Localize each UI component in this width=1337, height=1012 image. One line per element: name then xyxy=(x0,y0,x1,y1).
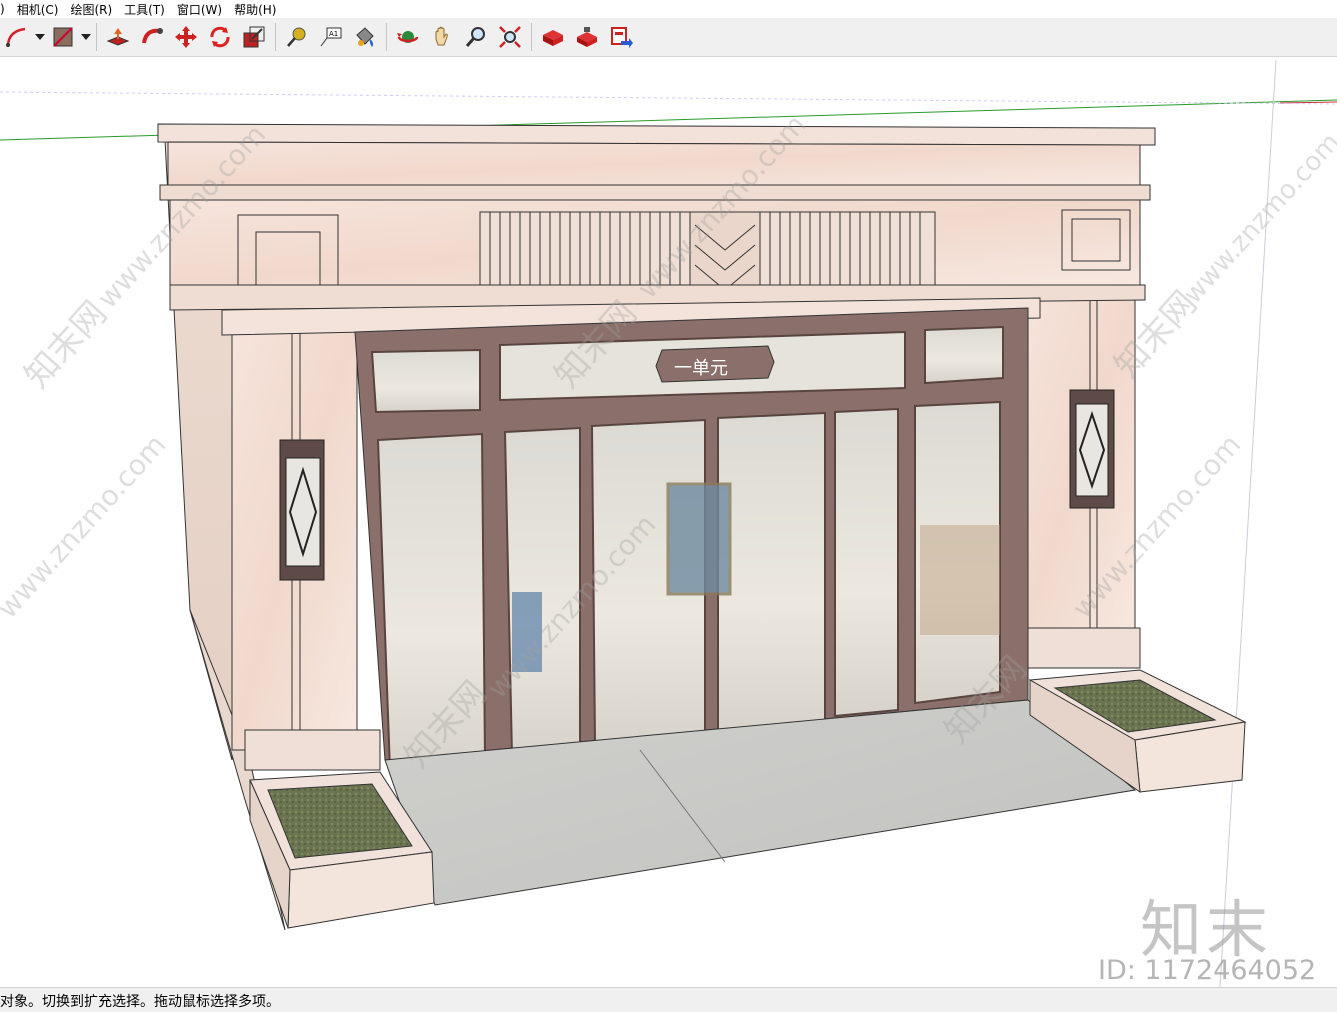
toolbar-separator xyxy=(275,23,276,51)
left-wall-lamp xyxy=(279,439,325,581)
main-toolbar: A1 xyxy=(0,18,1337,57)
svg-text:知末网: 知末网 xyxy=(17,293,115,396)
svg-text:A1: A1 xyxy=(329,30,338,38)
dashed-axis xyxy=(0,91,1337,105)
orbit-icon[interactable] xyxy=(393,22,423,52)
follow-me-icon[interactable] xyxy=(137,22,167,52)
menu-tools[interactable]: 工具(T) xyxy=(118,1,171,18)
svg-text:www.znzmo.com: www.znzmo.com xyxy=(0,428,172,625)
scale-icon[interactable] xyxy=(239,22,269,52)
paint-bucket-icon[interactable] xyxy=(350,22,380,52)
watermark-id: ID: 1172464052 xyxy=(1098,955,1317,986)
model-viewport[interactable]: 一单元 知末网 www.znzmo.com www.znzmo.com 知末网 … xyxy=(0,57,1337,987)
extension-warehouse-icon[interactable] xyxy=(572,22,602,52)
entrance-model: 一单元 知末网 www.znzmo.com www.znzmo.com 知末网 … xyxy=(0,59,1337,987)
push-pull-icon[interactable] xyxy=(103,22,133,52)
right-wall-lamp xyxy=(1069,389,1115,509)
status-bar: 对象。切换到扩充选择。拖动鼠标选择多项。 xyxy=(0,987,1337,1012)
red-axis xyxy=(1279,101,1337,104)
pan-icon[interactable] xyxy=(427,22,457,52)
sign-text: 一单元 xyxy=(674,358,728,379)
menu-help[interactable]: 帮助(H) xyxy=(228,1,282,18)
sketchup-window: ) 相机(C) 绘图(R) 工具(T) 窗口(W) 帮助(H) A1 一单元 知… xyxy=(0,0,1337,1012)
svg-text:www.znzmo.com: www.znzmo.com xyxy=(1178,128,1337,310)
eraser-paint-icon[interactable] xyxy=(48,22,78,52)
status-text: 对象。切换到扩充选择。拖动鼠标选择多项。 xyxy=(0,993,280,1010)
toolbar-separator xyxy=(386,23,387,51)
toolbar-separator xyxy=(96,23,97,51)
tape-measure-icon[interactable] xyxy=(282,22,312,52)
3d-warehouse-icon[interactable] xyxy=(538,22,568,52)
text-icon[interactable]: A1 xyxy=(316,22,346,52)
menu-bar: ) 相机(C) 绘图(R) 工具(T) 窗口(W) 帮助(H) xyxy=(0,0,1337,18)
menu-camera[interactable]: 相机(C) xyxy=(11,1,65,18)
zoom-extents-icon[interactable] xyxy=(495,22,525,52)
send-to-layout-icon[interactable] xyxy=(606,22,636,52)
move-icon[interactable] xyxy=(171,22,201,52)
select-arc-icon[interactable] xyxy=(2,22,32,52)
menu-window[interactable]: 窗口(W) xyxy=(171,1,228,18)
zoom-icon[interactable] xyxy=(461,22,491,52)
menu-partial[interactable]: ) xyxy=(0,2,11,16)
dropdown-icon[interactable] xyxy=(34,22,46,52)
rotate-icon[interactable] xyxy=(205,22,235,52)
toolbar-separator xyxy=(531,23,532,51)
menu-draw[interactable]: 绘图(R) xyxy=(64,1,118,18)
dropdown-icon[interactable] xyxy=(80,22,92,52)
